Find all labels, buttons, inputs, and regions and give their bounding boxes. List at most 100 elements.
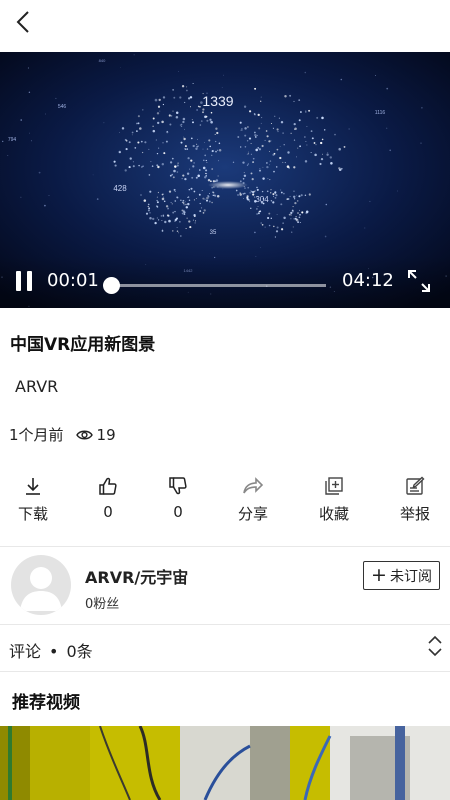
report-button[interactable]: 举报 xyxy=(385,474,445,524)
particle-dot xyxy=(179,96,182,99)
particle-dot xyxy=(278,117,280,119)
particle-dot xyxy=(119,131,120,133)
author-name[interactable]: ARVR/元宇宙 xyxy=(85,564,188,588)
particle-dot xyxy=(132,165,135,168)
particle-dot xyxy=(194,222,196,224)
avatar[interactable] xyxy=(11,555,71,615)
recommended-video-thumbnail[interactable] xyxy=(0,726,450,800)
particle-dot xyxy=(254,133,257,137)
particle-dot xyxy=(237,136,240,138)
particle-dot xyxy=(292,226,294,228)
particle-dot xyxy=(156,164,159,167)
particle-dot xyxy=(270,200,273,202)
particle-dot xyxy=(273,170,275,173)
particle-dot xyxy=(214,194,217,197)
pause-button[interactable] xyxy=(14,268,36,294)
background-star xyxy=(369,200,371,203)
particle-dot xyxy=(287,197,290,201)
particle-dot xyxy=(182,120,185,124)
particle-dot xyxy=(162,228,163,230)
particle-dot xyxy=(121,127,125,130)
particle-dot xyxy=(316,116,319,119)
background-star xyxy=(304,71,307,74)
particle-dot xyxy=(257,147,259,149)
particle-dot xyxy=(244,127,247,130)
particle-dot xyxy=(202,166,206,170)
particle-dot xyxy=(148,148,150,150)
particle-dot xyxy=(259,169,261,172)
video-tag[interactable]: ARVR xyxy=(15,377,58,396)
overlay-number-small-left: 546 xyxy=(58,104,67,110)
particle-dot xyxy=(173,188,176,191)
progress-bar[interactable] xyxy=(104,284,326,287)
particle-dot xyxy=(274,236,277,238)
background-star xyxy=(348,128,350,130)
particle-dot xyxy=(142,109,144,111)
download-button[interactable]: 下载 xyxy=(3,474,63,524)
particle-dot xyxy=(276,214,278,215)
particle-dot xyxy=(170,202,172,204)
particle-dot xyxy=(150,161,152,163)
progress-thumb[interactable] xyxy=(103,277,120,294)
particle-dot xyxy=(295,218,299,222)
particle-dot xyxy=(310,130,313,132)
overlay-number-left: 428 xyxy=(113,184,127,193)
particle-dot xyxy=(241,129,243,131)
expand-collapse-icon[interactable] xyxy=(426,634,444,658)
particle-dot xyxy=(305,210,309,214)
particle-dot xyxy=(174,220,176,222)
particle-dot xyxy=(239,121,242,124)
particle-dot xyxy=(256,134,258,137)
particle-dot xyxy=(208,193,211,195)
particle-dot xyxy=(299,111,302,113)
particle-dot xyxy=(276,226,279,229)
background-star xyxy=(30,140,32,142)
particle-dot xyxy=(244,187,246,189)
particle-dot xyxy=(181,212,184,215)
particle-dot xyxy=(205,172,207,175)
particle-dot xyxy=(218,149,222,152)
chevron-left-icon xyxy=(16,11,29,33)
background-star xyxy=(389,149,392,152)
particle-dot xyxy=(294,201,297,205)
dislike-button[interactable]: 0 xyxy=(148,474,208,521)
particle-dot xyxy=(289,94,292,97)
share-button[interactable]: 分享 xyxy=(223,474,283,524)
view-count: 19 xyxy=(96,425,116,444)
particle-dot xyxy=(243,198,245,199)
particle-dot xyxy=(141,151,144,154)
particle-dot xyxy=(297,147,299,149)
particle-dot xyxy=(258,127,261,130)
particle-dot xyxy=(218,160,219,162)
particle-dot xyxy=(157,191,159,194)
particle-dot xyxy=(304,160,308,163)
fullscreen-button[interactable] xyxy=(406,268,432,294)
particle-dot xyxy=(152,125,154,127)
particle-dot xyxy=(184,148,187,150)
particle-dot xyxy=(192,165,195,168)
particle-dot xyxy=(140,194,142,196)
particle-dot xyxy=(135,122,138,125)
particle-dot xyxy=(206,199,208,202)
back-button[interactable] xyxy=(8,6,38,38)
video-meta: 1个月前 19 xyxy=(9,424,116,445)
particle-dot xyxy=(160,215,163,217)
background-star xyxy=(260,247,261,249)
like-button[interactable]: 0 xyxy=(78,474,138,521)
particle-dot xyxy=(334,133,336,136)
particle-dot xyxy=(252,157,255,160)
background-star xyxy=(55,97,57,99)
particle-dot xyxy=(200,120,203,122)
subscribe-button[interactable]: + 未订阅 xyxy=(363,561,440,590)
particle-dot xyxy=(267,216,270,220)
particle-dot xyxy=(247,163,249,165)
background-star xyxy=(120,67,121,68)
video-player[interactable]: 1339 428 304 35 1116 546 794 840 1442 00… xyxy=(0,52,450,308)
particle-dot xyxy=(290,218,292,220)
particle-dot xyxy=(183,137,186,141)
particle-dot xyxy=(174,200,177,202)
collect-button[interactable]: 收藏 xyxy=(304,474,364,524)
background-star xyxy=(7,155,9,157)
comments-row[interactable]: 评论 • 0条 xyxy=(0,625,450,671)
particle-dot xyxy=(128,166,131,169)
